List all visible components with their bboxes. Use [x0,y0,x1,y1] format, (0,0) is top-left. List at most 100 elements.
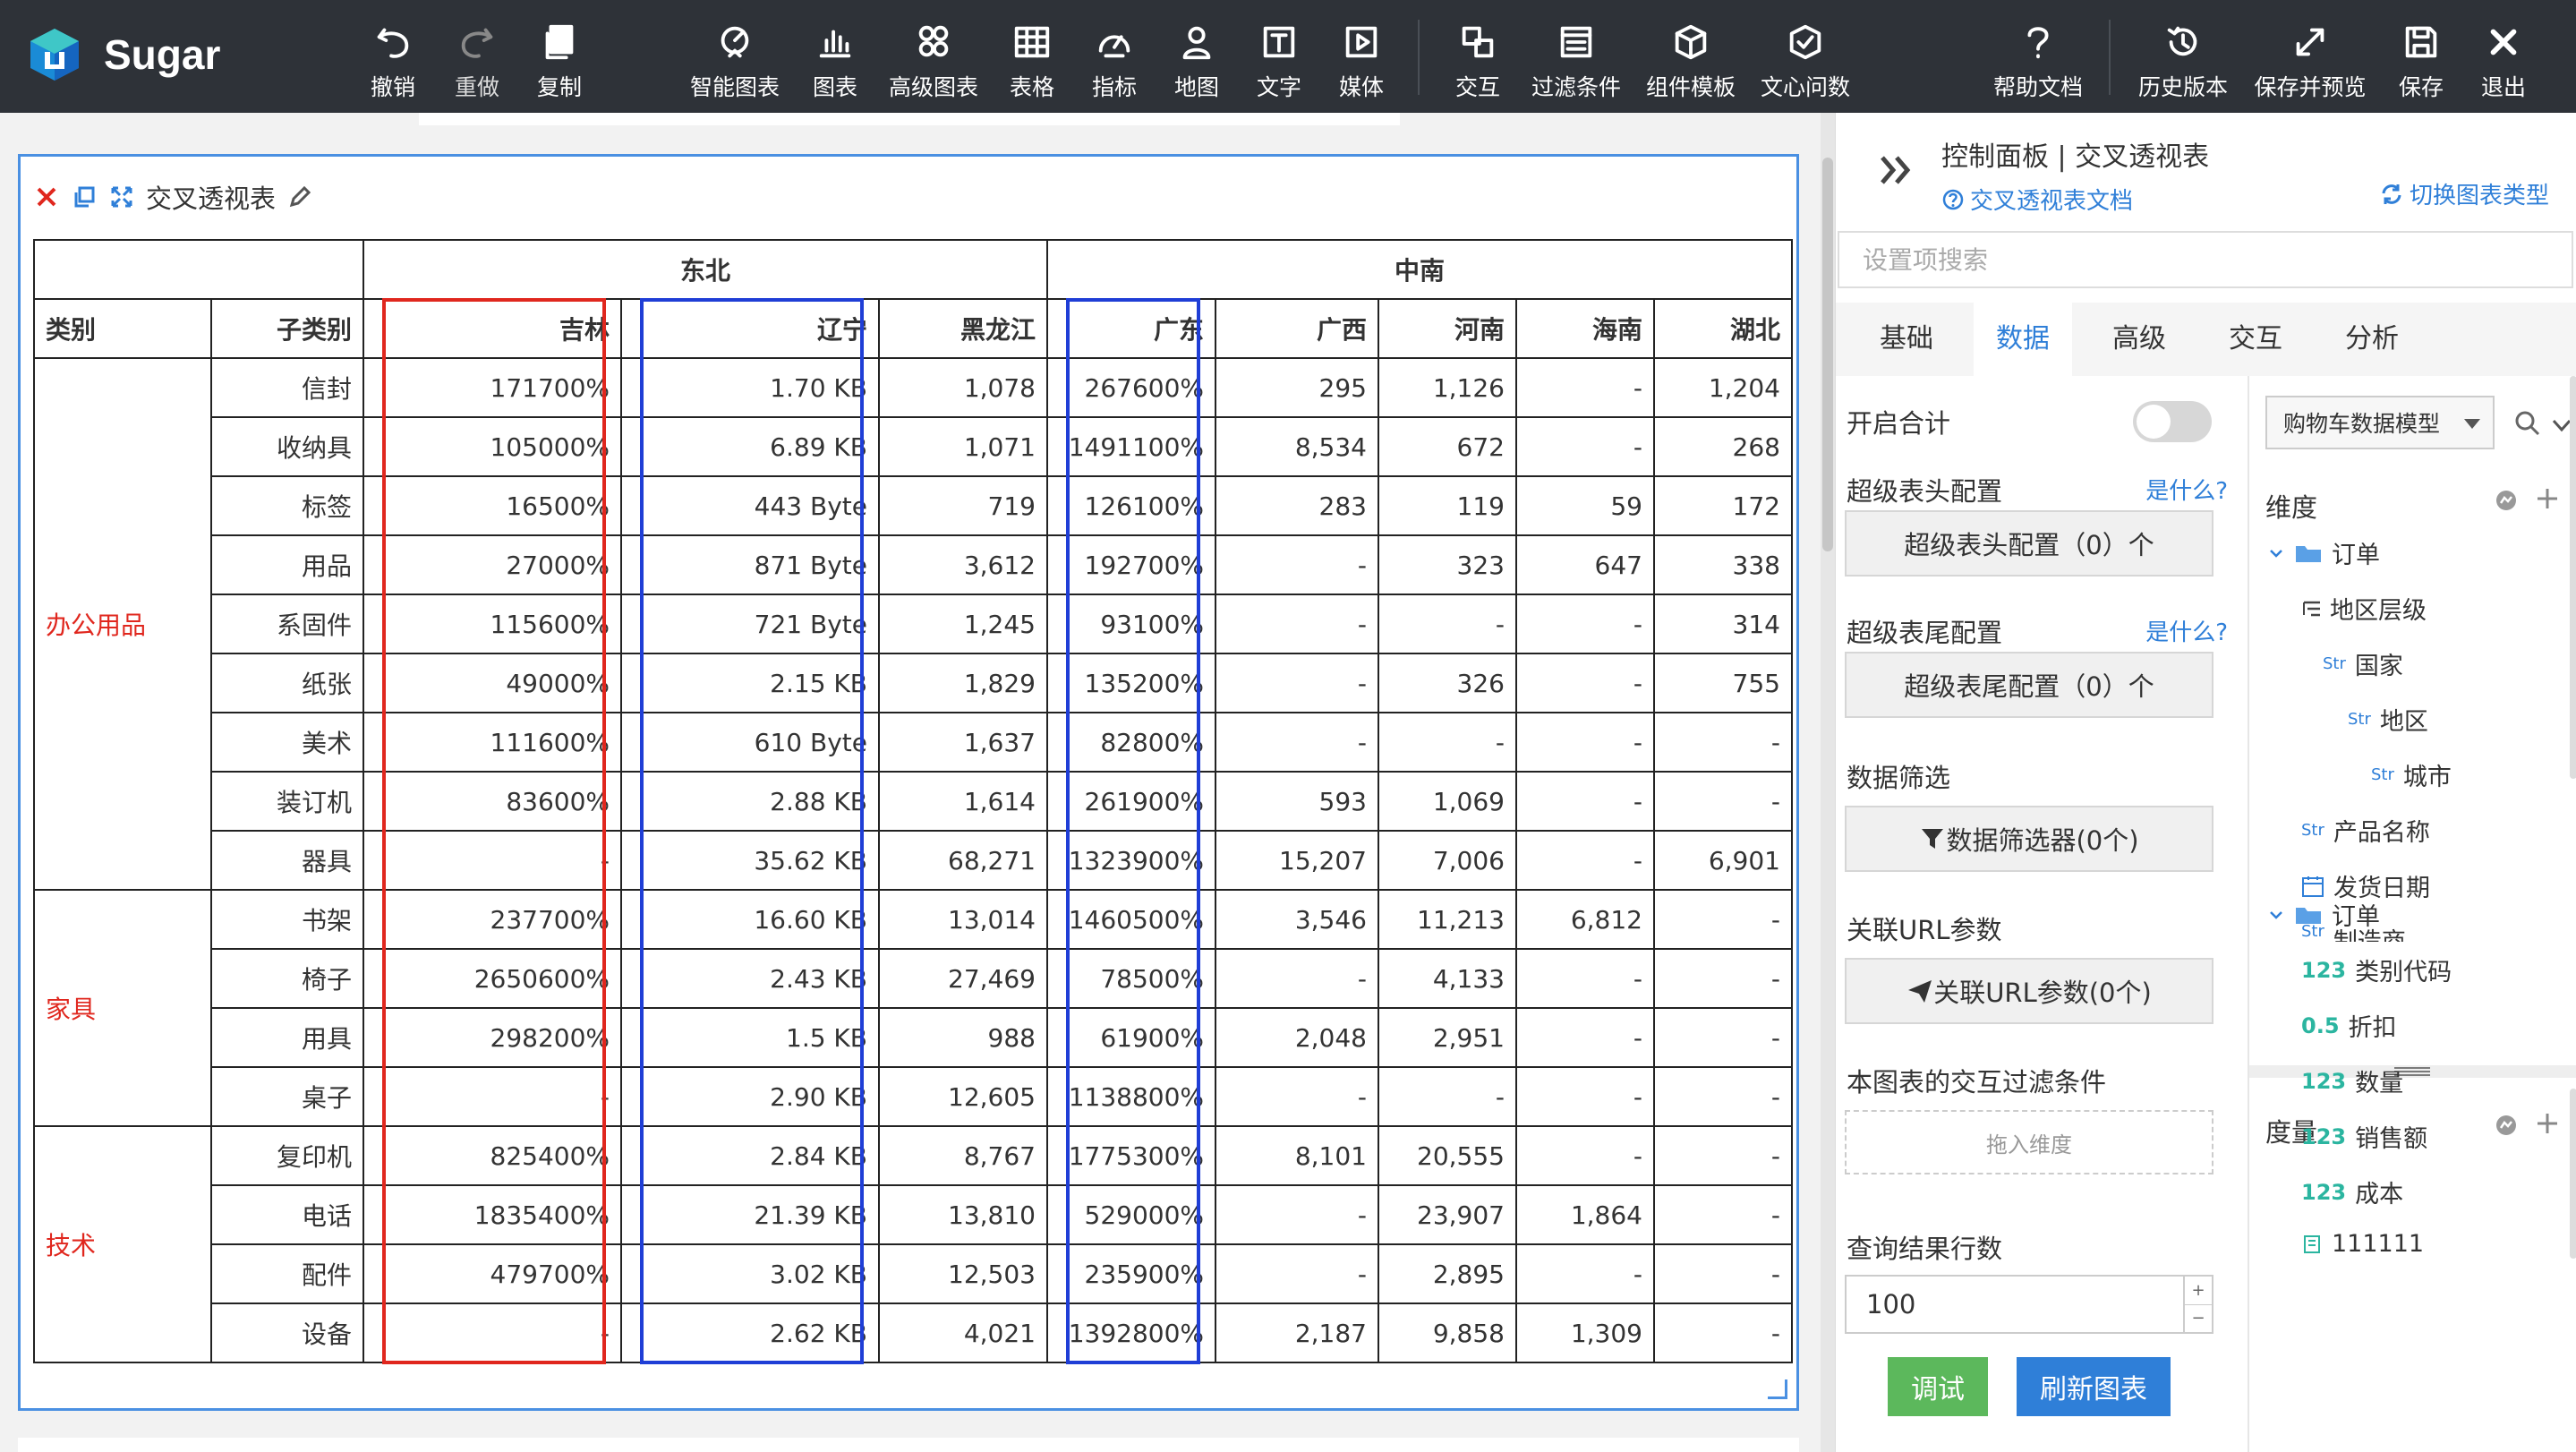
tab-basic[interactable]: 基础 [1857,303,1956,376]
url-params-button[interactable]: 关联URL参数(0个) [1845,958,2213,1024]
query-rows-input[interactable] [1845,1275,2185,1334]
media-button[interactable]: 媒体 [1312,21,1411,102]
help-button[interactable]: 帮助文档 [1989,21,2087,102]
tree-item-111111[interactable]: 111111 [2301,1230,2424,1258]
fullscreen-widget-button[interactable] [108,184,135,210]
doc-link[interactable]: 交叉透视表文档 [1941,183,2133,216]
tab-interaction[interactable]: 交互 [2206,303,2305,376]
measure-scrollbar[interactable] [2570,1089,2576,1259]
tab-advanced[interactable]: 高级 [2090,303,2188,376]
tab-data[interactable]: 数据 [1974,303,2072,376]
switch-chart-type-button[interactable]: 切换图表类型 [2379,177,2549,210]
tab-analysis[interactable]: 分析 [2323,303,2421,376]
copy-button[interactable]: 复制 [510,21,609,102]
copy-widget-button[interactable] [71,184,98,210]
column-header: 黑龙江 [878,298,1048,359]
value-cell: 115600% [363,594,622,654]
value-cell: 21.39 KB [620,1184,880,1245]
dimension-header: 维度 [2265,492,2318,523]
exit-button[interactable]: 退出 [2454,21,2553,102]
super-footer-config-button[interactable]: 超级表尾配置（0）个 [1845,652,2213,718]
history-button[interactable]: 历史版本 [2134,21,2232,102]
super-header-help-link[interactable]: 是什么? [2145,473,2228,506]
query-rows-stepper[interactable]: + − [2185,1275,2213,1334]
copy-icon [74,186,95,208]
value-cell: 610 Byte [620,712,880,773]
tree-item-label: 销售额 [2355,1125,2428,1153]
panel-splitter[interactable] [2249,1065,2576,1078]
tree-item-product[interactable]: Str 产品名称 [2301,813,2430,848]
value-cell: 1491100% [1046,416,1216,477]
component-template-button[interactable]: 组件模板 [1642,21,1740,102]
value-cell: 529000% [1046,1184,1216,1245]
toolbar-divider [2109,20,2111,95]
subcategory-cell: 收纳具 [210,416,364,477]
dataset-icon[interactable] [2493,1112,2520,1139]
drop-dimension-zone[interactable]: 拖入维度 [1845,1110,2213,1174]
value-cell: 268 [1653,416,1793,477]
super-header-config-button[interactable]: 超级表头配置（0）个 [1845,510,2213,577]
debug-button[interactable]: 调试 [1888,1357,1988,1416]
edit-title-button[interactable] [286,184,313,210]
filter-button[interactable]: 过滤条件 [1527,21,1625,102]
value-cell: - [363,1066,622,1127]
tree-item-region[interactable]: Str 地区 [2348,702,2428,737]
super-footer-help-link[interactable]: 是什么? [2145,614,2228,647]
smart-chart-button[interactable]: 智能图表 [686,21,784,102]
canvas-scrollbar[interactable] [1821,113,1835,1452]
history-icon [2167,26,2197,56]
value-cell: - [363,1303,622,1363]
wenxin-button[interactable]: 文心问数 [1756,21,1855,102]
collapse-panel-icon[interactable] [1877,150,1916,190]
tree-item-discount[interactable]: 0.5 折扣 [2301,1008,2397,1043]
tree-folder-measure-order[interactable]: 订单 [2267,897,2380,932]
data-filter-button[interactable]: 数据筛选器(0个) [1845,806,2213,872]
enable-total-toggle[interactable] [2133,401,2212,442]
super-header-label: 超级表头配置 [1847,476,2003,507]
tree-item-country[interactable]: Str 国家 [2323,646,2403,681]
undo-label: 撤销 [370,74,415,100]
refresh-chart-button[interactable]: 刷新图表 [2017,1357,2171,1416]
value-cell: 82800% [1046,712,1216,773]
value-cell: 2,187 [1215,1303,1379,1363]
save-preview-button[interactable]: 保存并预览 [2255,21,2367,102]
table-label: 表格 [1009,74,1054,100]
advanced-chart-button[interactable]: 高级图表 [884,21,983,102]
tree-item-sales[interactable]: 123 销售额 [2301,1119,2427,1154]
value-cell: 1835400% [363,1184,622,1245]
search-icon[interactable] [2514,410,2541,437]
value-cell: 172 [1653,475,1793,536]
value-cell: - [1653,1125,1793,1186]
add-dimension-icon[interactable] [2534,485,2561,512]
tree-item-city[interactable]: Str 城市 [2371,757,2452,792]
value-cell: - [1215,594,1379,654]
delete-widget-button[interactable] [33,184,60,210]
tree-folder-order[interactable]: 订单 [2267,535,2380,570]
value-cell: - [363,830,622,891]
dimension-scrollbar[interactable] [2570,376,2576,779]
add-measure-icon[interactable] [2534,1110,2561,1137]
history-label: 历史版本 [2137,74,2228,100]
chart-button[interactable]: 图表 [786,21,884,102]
calendar-icon [2302,875,2324,897]
subcategory-cell: 信封 [210,357,364,418]
value-cell: 27000% [363,534,622,595]
subcategory-cell: 器具 [210,830,364,891]
pivot-table-widget[interactable]: 交叉透视表 东北 中南 类别 子类别 吉林 辽宁 黑龙江 广东 广西 河南 海南 湖北 办公用品信… [18,154,1799,1411]
value-cell: 8,767 [878,1125,1048,1186]
resize-handle[interactable] [1768,1379,1787,1399]
data-model-select[interactable]: 购物车数据模型 [2265,396,2495,449]
dataset-icon[interactable] [2493,487,2520,514]
value-cell: 755 [1653,653,1793,713]
tree-item-cat-code[interactable]: 123 类别代码 [2301,952,2452,987]
value-cell: - [1515,948,1655,1009]
tree-item-cost[interactable]: 123 成本 [2301,1174,2403,1209]
tree-item-quantity[interactable]: 123 数量 [2301,1063,2403,1098]
value-cell: 12,605 [878,1066,1048,1127]
expand-icon [2296,28,2324,56]
value-cell: 2,951 [1378,1007,1517,1068]
chevron-down-icon [2270,910,2282,919]
interaction-button[interactable]: 交互 [1429,21,1527,102]
tree-item-region-level[interactable]: 地区层级 [2301,591,2427,626]
settings-search-input[interactable] [1838,231,2573,288]
